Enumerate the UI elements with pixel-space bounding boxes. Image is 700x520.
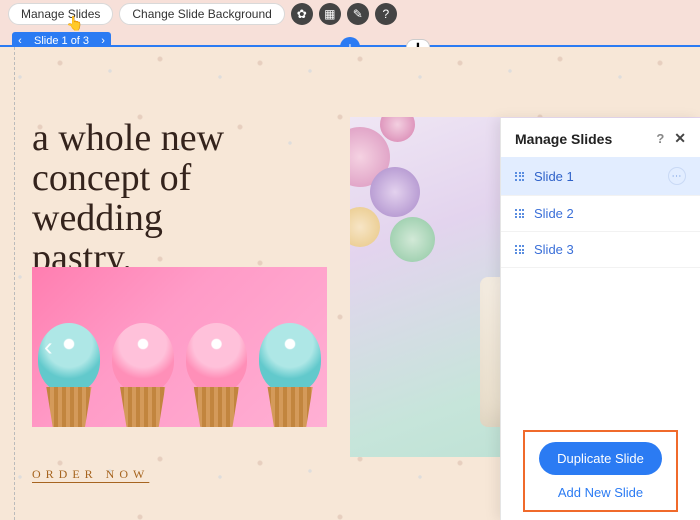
add-new-slide-button[interactable]: Add New Slide bbox=[558, 485, 643, 500]
more-icon: ⋯ bbox=[672, 171, 683, 182]
slide-list-item-label: Slide 2 bbox=[534, 206, 686, 221]
cupcake-row bbox=[32, 267, 327, 427]
hero-headline[interactable]: a whole new concept of wedding pastry. bbox=[32, 119, 224, 279]
order-now-link[interactable]: ORDER NOW bbox=[32, 467, 149, 482]
slide-list-item-label: Slide 1 bbox=[534, 169, 668, 184]
duplicate-slide-button[interactable]: Duplicate Slide bbox=[539, 442, 662, 475]
chevron-left-icon: ‹ bbox=[44, 332, 53, 362]
drag-handle-icon[interactable] bbox=[515, 245, 524, 254]
headline-line-3: wedding bbox=[32, 197, 163, 239]
slide-list-item[interactable]: Slide 3 bbox=[501, 232, 700, 268]
flower-graphic bbox=[350, 117, 490, 307]
hero-image-cupcakes[interactable]: ‹ bbox=[32, 267, 327, 427]
layout-icon: ▦ bbox=[324, 7, 335, 21]
change-slide-background-button[interactable]: Change Slide Background bbox=[119, 3, 284, 25]
slide-item-more-button[interactable]: ⋯ bbox=[668, 167, 686, 185]
slide-list-item-label: Slide 3 bbox=[534, 242, 686, 257]
headline-line-2: concept of bbox=[32, 157, 191, 199]
slide-list: Slide 1 ⋯ Slide 2 Slide 3 bbox=[501, 157, 700, 268]
drag-handle-icon[interactable] bbox=[515, 209, 524, 218]
panel-footer: Duplicate Slide Add New Slide bbox=[501, 412, 700, 520]
help-button[interactable]: ? bbox=[375, 3, 397, 25]
design-button[interactable]: ✎ bbox=[347, 3, 369, 25]
editor-toolbar: Manage Slides Change Slide Background ✿ … bbox=[0, 0, 700, 28]
slide-list-item[interactable]: Slide 1 ⋯ bbox=[501, 157, 700, 196]
carousel-prev-button[interactable]: ‹ bbox=[44, 332, 53, 363]
help-icon: ? bbox=[656, 131, 664, 146]
brush-icon: ✎ bbox=[353, 7, 363, 21]
panel-header: Manage Slides ? ✕ bbox=[501, 118, 700, 157]
layout-button[interactable]: ▦ bbox=[319, 3, 341, 25]
panel-title: Manage Slides bbox=[515, 131, 612, 147]
drag-handle-icon[interactable] bbox=[515, 172, 524, 181]
manage-slides-button[interactable]: Manage Slides bbox=[8, 3, 113, 25]
annotation-highlight: Duplicate Slide Add New Slide bbox=[523, 430, 678, 512]
close-icon: ✕ bbox=[674, 130, 686, 146]
settings-button[interactable]: ✿ bbox=[291, 3, 313, 25]
panel-help-button[interactable]: ? bbox=[656, 131, 664, 146]
slide-list-item[interactable]: Slide 2 bbox=[501, 196, 700, 232]
panel-close-button[interactable]: ✕ bbox=[674, 130, 686, 147]
manage-slides-panel: Manage Slides ? ✕ Slide 1 ⋯ Slide 2 Slid… bbox=[500, 118, 700, 520]
help-icon: ? bbox=[382, 7, 389, 21]
headline-line-1: a whole new bbox=[32, 117, 224, 159]
gear-icon: ✿ bbox=[297, 7, 307, 21]
